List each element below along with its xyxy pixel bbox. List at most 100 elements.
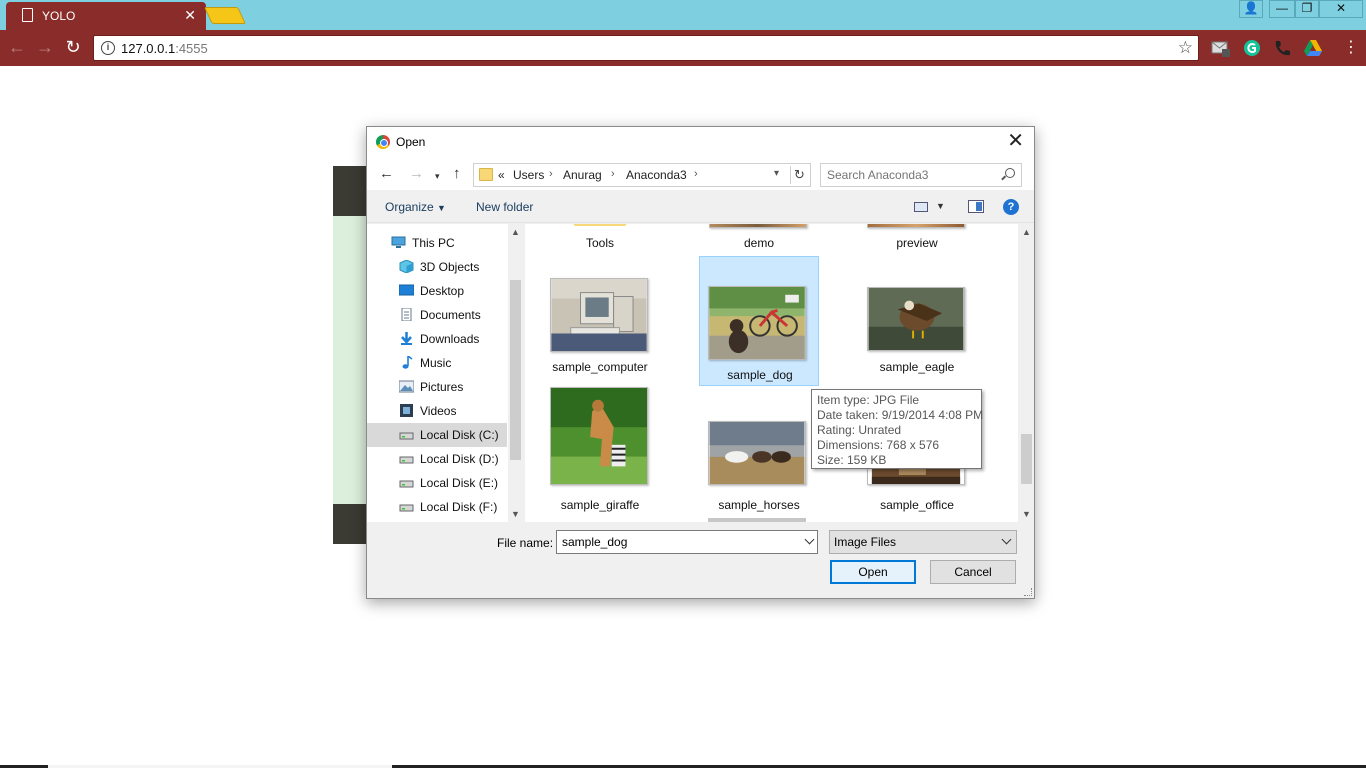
- back-icon[interactable]: ←: [8, 38, 26, 56]
- file-name: Tools: [585, 236, 614, 250]
- navigation-pane: This PC 3D Objects Desktop Documents Downloa…: [367, 224, 523, 522]
- tooltip-date-taken: Date taken: 9/19/2014 4:08 PM: [817, 408, 984, 422]
- bookmark-star-icon[interactable]: ☆: [1178, 38, 1193, 58]
- url-host: 127.0.0.1: [121, 41, 176, 56]
- file-item-sample-computer[interactable]: sample_computer: [540, 256, 660, 386]
- file-name-input[interactable]: [560, 534, 790, 550]
- nav-item-local-disk-e[interactable]: Local Disk (E:): [367, 471, 507, 495]
- profile-icon[interactable]: 👤: [1239, 0, 1263, 18]
- scrollbar-thumb[interactable]: [1021, 434, 1032, 484]
- site-info-icon[interactable]: i: [101, 41, 115, 55]
- file-name-dropdown-icon[interactable]: [804, 534, 815, 545]
- recent-locations-icon[interactable]: ▾: [435, 169, 440, 184]
- resize-grip-icon[interactable]: [1024, 588, 1032, 596]
- drive-icon: [399, 476, 414, 489]
- file-name-label: File name:: [497, 536, 554, 550]
- google-drive-icon[interactable]: [1303, 38, 1323, 58]
- search-input[interactable]: [825, 167, 995, 183]
- image-thumbnail: [550, 278, 648, 352]
- breadcrumb-overflow[interactable]: «: [498, 168, 505, 182]
- nav-item-label: Videos: [420, 404, 457, 418]
- file-item-sample-dog[interactable]: sample_dog: [699, 256, 819, 386]
- folder-icon: [479, 168, 493, 181]
- scroll-down-icon[interactable]: ▼: [511, 509, 520, 519]
- navigation-scrollbar[interactable]: ▲ ▼: [508, 224, 523, 522]
- reload-icon[interactable]: ↻: [64, 38, 82, 56]
- nav-item-label: Local Disk (C:): [420, 428, 499, 442]
- window-close-icon[interactable]: ✕: [1319, 0, 1363, 18]
- scroll-up-icon[interactable]: ▲: [511, 227, 520, 237]
- dialog-forward-icon[interactable]: →: [409, 166, 424, 181]
- file-item-sample-eagle[interactable]: sample_eagle: [857, 256, 977, 386]
- file-type-select[interactable]: Image Files: [829, 530, 1017, 554]
- up-folder-icon[interactable]: ↑: [453, 166, 461, 181]
- file-item-sample-horses[interactable]: sample_horses: [699, 387, 819, 517]
- nav-item-desktop[interactable]: Desktop: [367, 279, 507, 303]
- help-icon[interactable]: ?: [1003, 199, 1019, 215]
- breadcrumb-users[interactable]: Users: [513, 168, 544, 182]
- nav-item-videos[interactable]: Videos: [367, 399, 507, 423]
- browser-tab-yolo[interactable]: YOLO ✕: [6, 2, 206, 30]
- file-name: demo: [743, 236, 775, 250]
- forward-icon[interactable]: →: [36, 38, 54, 56]
- search-box[interactable]: [820, 163, 1022, 187]
- file-name-combobox[interactable]: [556, 530, 818, 554]
- minimize-icon[interactable]: —: [1269, 0, 1295, 18]
- videos-icon: [399, 404, 414, 417]
- chrome-icon: [376, 135, 390, 149]
- phone-extension-icon[interactable]: [1272, 38, 1292, 58]
- breadcrumb-anurag[interactable]: Anurag: [563, 168, 602, 182]
- breadcrumb-separator-icon[interactable]: ›: [694, 168, 698, 180]
- organize-chevron-icon: ▼: [437, 203, 446, 213]
- nav-item-3d-objects[interactable]: 3D Objects: [367, 255, 507, 279]
- image-thumbnail: [550, 387, 648, 485]
- dialog-titlebar: Open ✕: [367, 127, 1034, 158]
- menu-icon[interactable]: ⋮: [1341, 38, 1361, 58]
- tooltip-rating: Rating: Unrated: [817, 423, 902, 437]
- page-content-panel: [333, 166, 367, 544]
- open-button[interactable]: Open: [830, 560, 916, 584]
- new-tab-button[interactable]: [204, 7, 246, 24]
- nav-item-documents[interactable]: Documents: [367, 303, 507, 327]
- mail-extension-icon[interactable]: [1211, 38, 1231, 58]
- breadcrumb-anaconda3[interactable]: Anaconda3: [626, 168, 687, 182]
- tooltip-size: Size: 159 KB: [817, 453, 887, 467]
- scroll-up-icon[interactable]: ▲: [1022, 227, 1031, 237]
- new-folder-button[interactable]: New folder: [476, 200, 533, 214]
- nav-item-downloads[interactable]: Downloads: [367, 327, 507, 351]
- address-bar[interactable]: i 127.0.0.1:4555 ☆: [93, 35, 1199, 61]
- file-info-tooltip: Item type: JPG File Date taken: 9/19/201…: [811, 389, 984, 469]
- open-file-dialog: Open ✕ ← → ▾ ↑ « Users › Anurag › Anacon…: [366, 126, 1035, 599]
- file-list-scrollbar[interactable]: ▲ ▼: [1019, 224, 1034, 522]
- grammarly-icon[interactable]: [1242, 38, 1262, 58]
- nav-item-music[interactable]: Music: [367, 351, 507, 375]
- address-history-chevron-icon[interactable]: ▾: [774, 168, 779, 179]
- organize-button[interactable]: Organize ▼: [385, 200, 446, 214]
- restore-icon[interactable]: ❐: [1295, 0, 1319, 18]
- scroll-down-icon[interactable]: ▼: [1022, 509, 1031, 519]
- tab-close-icon[interactable]: ✕: [184, 7, 196, 23]
- file-name: sample_dog: [727, 368, 793, 382]
- change-view-icon[interactable]: [914, 202, 928, 212]
- nav-item-label: 3D Objects: [420, 260, 480, 274]
- file-item-sample-giraffe[interactable]: sample_giraffe: [540, 387, 660, 517]
- refresh-icon[interactable]: ↻: [790, 166, 808, 184]
- scrollbar-thumb[interactable]: [510, 280, 521, 460]
- preview-pane-icon[interactable]: [968, 200, 984, 213]
- image-thumbnail: [708, 286, 806, 360]
- nav-item-local-disk-f[interactable]: Local Disk (F:): [367, 495, 507, 519]
- dialog-back-icon[interactable]: ←: [379, 166, 394, 181]
- tab-strip: YOLO ✕ 👤 — ❐ ✕: [0, 0, 1366, 30]
- nav-item-local-disk-d[interactable]: Local Disk (D:): [367, 447, 507, 471]
- downloads-icon: [399, 332, 414, 345]
- nav-item-pictures[interactable]: Pictures: [367, 375, 507, 399]
- nav-item-this-pc[interactable]: This PC: [367, 231, 507, 255]
- view-options-chevron-icon[interactable]: ▼: [936, 201, 945, 211]
- breadcrumb[interactable]: « Users › Anurag › Anaconda3 › ▾ ↻: [473, 163, 811, 187]
- cancel-button[interactable]: Cancel: [930, 560, 1016, 584]
- breadcrumb-separator-icon[interactable]: ›: [611, 168, 615, 180]
- breadcrumb-separator-icon[interactable]: ›: [549, 168, 553, 180]
- drive-icon: [399, 428, 414, 441]
- nav-item-local-disk-c[interactable]: Local Disk (C:): [367, 423, 507, 447]
- dialog-close-icon[interactable]: ✕: [1007, 131, 1024, 151]
